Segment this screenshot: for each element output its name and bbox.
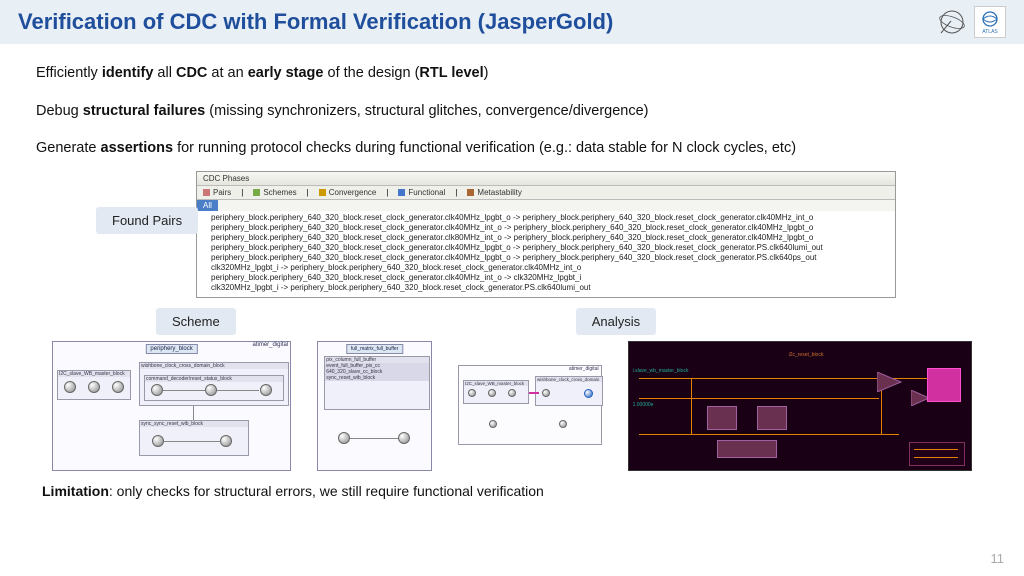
node-icon: [205, 384, 217, 396]
minimap-icon: [909, 442, 965, 466]
node-target-icon: [584, 389, 593, 398]
svg-text:ATLAS: ATLAS: [982, 29, 998, 35]
cdc-tabs: Pairs | Schemes | Convergence | Function…: [197, 186, 895, 200]
buffer-gate-icon: [877, 372, 907, 392]
analysis-label: Analysis: [576, 308, 656, 335]
node-icon: [508, 389, 516, 397]
list-item: clk320MHz_lpgbt_i -> periphery_block.per…: [211, 283, 891, 293]
node-icon: [488, 389, 496, 397]
periphery-block-label: periphery_block: [145, 344, 197, 354]
analysis-waveform: i.slave_wb_master_block 1.00000e 0.5 0.5…: [628, 341, 972, 471]
title-bar: Verification of CDC with Formal Verifica…: [0, 0, 1024, 44]
list-item: periphery_block.periphery_640_320_block.…: [211, 253, 891, 263]
list-item: periphery_block.periphery_640_320_block.…: [211, 243, 891, 253]
wb-master-block: I2C_slave_WB_master_block: [57, 370, 131, 400]
tab-functional[interactable]: Functional: [398, 188, 445, 197]
node-icon: [88, 381, 100, 393]
list-item: clk320MHz_lpgbt_i -> periphery_block.per…: [211, 263, 891, 273]
cern-logo-icon: [936, 6, 968, 38]
node-icon: [398, 432, 410, 444]
node-icon: [151, 384, 163, 396]
schemes-icon: [253, 189, 260, 196]
node-icon: [468, 389, 476, 397]
node-icon: [220, 435, 232, 447]
node-icon: [542, 389, 550, 397]
tab-convergence[interactable]: Convergence: [319, 188, 377, 197]
gate-icon: [707, 406, 737, 430]
node-icon: [64, 381, 76, 393]
page-title: Verification of CDC with Formal Verifica…: [18, 9, 613, 35]
metastability-icon: [467, 189, 474, 196]
gate-icon: [757, 406, 787, 430]
wishbone-block: wishbone_clock_cross_domain_block comman…: [139, 362, 289, 406]
logo-group: ATLAS: [936, 6, 1006, 38]
cdc-all-filter[interactable]: All: [197, 200, 218, 211]
atlas-logo-icon: ATLAS: [974, 6, 1006, 38]
cdc-phases-window: CDC Phases Pairs | Schemes | Convergence…: [196, 171, 896, 298]
node-icon: [112, 381, 124, 393]
node-icon: [152, 435, 164, 447]
tab-pairs[interactable]: Pairs: [203, 188, 231, 197]
node-icon: [559, 420, 567, 428]
scheme-diagram-2: full_matrix_full_buffer pix_column_full_…: [317, 341, 432, 471]
node-icon: [489, 420, 497, 428]
list-item: periphery_block.periphery_640_320_block.…: [211, 223, 891, 233]
scheme-label: Scheme: [156, 308, 236, 335]
pairs-icon: [203, 189, 210, 196]
node-icon: [260, 384, 272, 396]
limitation-note: Limitation: only checks for structural e…: [42, 483, 988, 499]
functional-icon: [398, 189, 405, 196]
cdc-pairs-list: periphery_block.periphery_640_320_block.…: [197, 211, 895, 297]
page-number: 11: [991, 551, 1005, 566]
bullet-2: Debug structural failures (missing synch…: [36, 102, 988, 122]
target-block-icon: [927, 368, 961, 402]
bullet-3: Generate assertions for running protocol…: [36, 139, 988, 159]
node-icon: [338, 432, 350, 444]
list-item: periphery_block.periphery_640_320_block.…: [211, 273, 891, 283]
scheme-diagram-3: atimer_digital I2C_slave_WB_master_block…: [458, 365, 602, 445]
sync-reset-block: sync_sync_reset_wib_block: [139, 420, 249, 456]
scheme-diagram-1: atimer_digital periphery_block I2C_slave…: [52, 341, 291, 471]
bullet-1: Efficiently identify all CDC at an early…: [36, 64, 988, 84]
tab-metastability[interactable]: Metastability: [467, 188, 521, 197]
list-item: periphery_block.periphery_640_320_block.…: [211, 233, 891, 243]
gate-icon: [717, 440, 777, 458]
list-item: periphery_block.periphery_640_320_block.…: [211, 213, 891, 223]
found-pairs-label: Found Pairs: [96, 207, 198, 234]
convergence-icon: [319, 189, 326, 196]
tab-schemes[interactable]: Schemes: [253, 188, 296, 197]
cdc-window-title: CDC Phases: [197, 172, 895, 186]
